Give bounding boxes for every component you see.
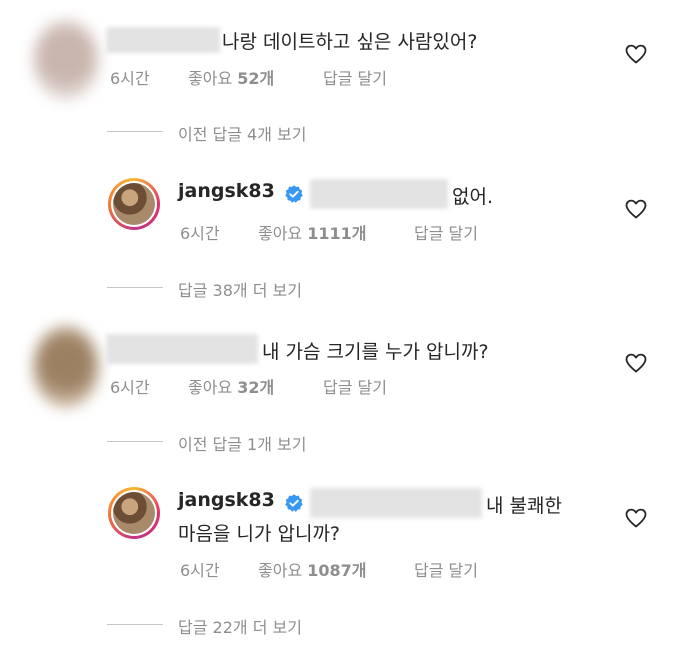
reply-username[interactable]: jangsk83 xyxy=(178,489,275,511)
reply-likes[interactable]: 좋아요 1111개 xyxy=(258,220,367,244)
likes-count: 1111개 xyxy=(307,224,367,243)
heart-icon[interactable] xyxy=(624,351,648,375)
heart-icon[interactable] xyxy=(624,197,648,221)
likes-label: 좋아요 xyxy=(258,561,303,580)
view-previous-replies[interactable]: 이전 답글 4개 보기 xyxy=(178,121,306,145)
reply-text: 없어. xyxy=(452,186,493,208)
comment-likes[interactable]: 좋아요 32개 xyxy=(188,374,274,398)
commenter-avatar[interactable] xyxy=(33,326,99,408)
divider-line xyxy=(107,441,163,442)
reply-button[interactable]: 답글 달기 xyxy=(323,374,387,398)
reply-avatar[interactable] xyxy=(108,487,160,539)
commenter-username[interactable] xyxy=(106,27,220,53)
comment-text: 나랑 데이트하고 싶은 사람있어? xyxy=(222,31,478,53)
reply-text-line-1: 내 불쾌한 xyxy=(486,495,562,517)
divider-line xyxy=(107,287,163,288)
view-previous-replies[interactable]: 이전 답글 1개 보기 xyxy=(178,431,306,455)
likes-label: 좋아요 xyxy=(258,224,303,243)
reply-button[interactable]: 답글 달기 xyxy=(414,220,478,244)
comment-text: 내 가슴 크기를 누가 압니까? xyxy=(262,341,489,363)
verified-badge-icon xyxy=(285,494,303,512)
divider-line xyxy=(107,131,163,132)
likes-label: 좋아요 xyxy=(188,378,233,397)
verified-badge-icon xyxy=(285,185,303,203)
likes-count: 52개 xyxy=(237,69,275,88)
view-more-replies[interactable]: 답글 22개 더 보기 xyxy=(178,614,302,638)
mentioned-username[interactable] xyxy=(310,488,482,518)
comment-likes[interactable]: 좋아요 52개 xyxy=(188,65,274,89)
commenter-avatar[interactable] xyxy=(33,20,99,100)
heart-icon[interactable] xyxy=(624,42,648,66)
likes-label: 좋아요 xyxy=(188,69,233,88)
reply-text-line-2: 마음을 니가 압니까? xyxy=(178,523,341,545)
reply-button[interactable]: 답글 달기 xyxy=(414,557,478,581)
reply-avatar[interactable] xyxy=(108,178,160,230)
heart-icon[interactable] xyxy=(624,506,648,530)
reply-time: 6시간 xyxy=(180,561,220,580)
reply-likes[interactable]: 좋아요 1087개 xyxy=(258,557,367,581)
reply-time: 6시간 xyxy=(180,224,220,243)
reply-username[interactable]: jangsk83 xyxy=(178,180,275,202)
reply-button[interactable]: 답글 달기 xyxy=(323,65,387,89)
divider-line xyxy=(107,624,163,625)
likes-count: 32개 xyxy=(237,378,275,397)
avatar-photo xyxy=(113,492,155,534)
comment-time: 6시간 xyxy=(110,69,150,88)
view-more-replies[interactable]: 답글 38개 더 보기 xyxy=(178,277,302,301)
mentioned-username[interactable] xyxy=(310,179,448,209)
avatar-photo xyxy=(113,183,155,225)
commenter-username[interactable] xyxy=(106,334,258,364)
comment-time: 6시간 xyxy=(110,378,150,397)
likes-count: 1087개 xyxy=(307,561,367,580)
